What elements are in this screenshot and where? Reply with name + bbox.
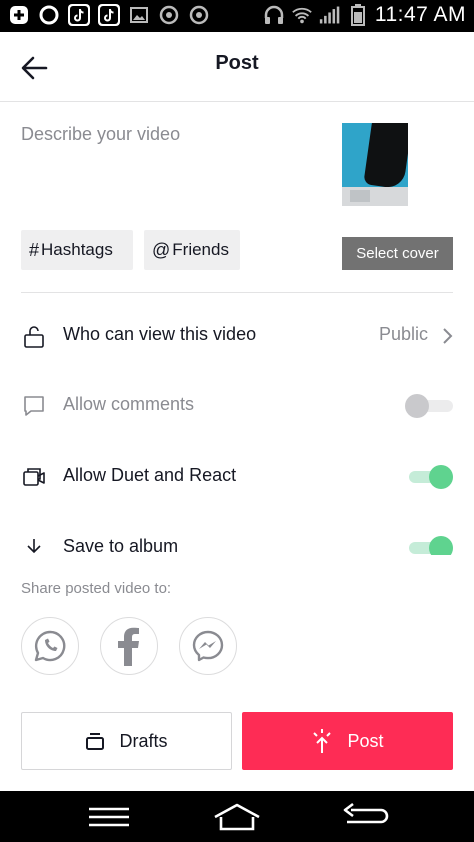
- duet-icon: [23, 468, 45, 486]
- download-icon: [27, 539, 41, 554]
- thumbnail-content: [363, 123, 408, 190]
- share-label: Share posted video to:: [21, 580, 172, 597]
- hashtag-icon: #: [29, 239, 40, 260]
- home-nav-button[interactable]: [209, 801, 265, 833]
- image-notification-icon: [128, 4, 150, 26]
- comment-icon: [24, 396, 44, 416]
- divider: [21, 292, 453, 293]
- lock-icon: [24, 326, 44, 348]
- tiktok-notification-icon: [98, 4, 120, 26]
- return-icon: [343, 802, 389, 824]
- home-icon: [214, 803, 260, 831]
- thumbnail-content: [342, 187, 408, 206]
- share-whatsapp-button[interactable]: [21, 617, 79, 675]
- menu-icon: [89, 807, 129, 827]
- navigation-bar: [0, 791, 474, 842]
- privacy-value: Public: [378, 324, 428, 344]
- toggle-knob: [429, 536, 453, 555]
- whatsapp-icon: [34, 630, 66, 662]
- battery-icon: [347, 4, 369, 26]
- facebook-icon: [118, 627, 139, 666]
- share-messenger-button[interactable]: [179, 617, 237, 675]
- drafts-icon: [86, 733, 105, 750]
- header: Post: [0, 32, 474, 102]
- allow-duet-toggle[interactable]: [405, 465, 453, 489]
- chrome-notification-icon: [158, 4, 180, 26]
- chrome-notification-icon: [188, 4, 210, 26]
- ring-notification-icon: [38, 4, 60, 26]
- who-can-view-label: Who can view this video: [63, 324, 257, 344]
- toggle-knob: [429, 465, 453, 489]
- system-status: 11:47 AM: [263, 3, 466, 27]
- friends-label: Friends: [172, 240, 229, 259]
- post-button[interactable]: Post: [242, 712, 453, 770]
- plus-notification-icon: [8, 4, 30, 26]
- video-thumbnail[interactable]: [342, 123, 408, 206]
- drafts-button[interactable]: Drafts: [21, 712, 232, 770]
- allow-comments-toggle[interactable]: [405, 394, 453, 418]
- save-album-label: Save to album: [63, 536, 179, 555]
- notification-icons: [8, 4, 210, 26]
- allow-duet-row: Allow Duet and React: [0, 454, 474, 498]
- post-label: Post: [347, 730, 384, 751]
- allow-duet-label: Allow Duet and React: [63, 465, 237, 485]
- messenger-icon: [192, 630, 224, 662]
- wifi-icon: [291, 4, 313, 26]
- at-icon: @: [152, 239, 171, 260]
- hashtags-label: Hashtags: [41, 240, 113, 259]
- who-can-view-row[interactable]: Who can view this video Public: [0, 313, 474, 357]
- page-title: Post: [215, 52, 259, 74]
- toggle-knob: [405, 394, 429, 418]
- clock: 11:47 AM: [374, 3, 466, 26]
- save-album-row: Save to album: [0, 525, 474, 555]
- friends-button[interactable]: @ Friends: [144, 230, 240, 270]
- allow-comments-row: Allow comments: [0, 383, 474, 427]
- save-album-toggle[interactable]: [405, 536, 453, 555]
- select-cover-button[interactable]: Select cover: [342, 237, 453, 270]
- tiktok-notification-icon: [68, 4, 90, 26]
- menu-nav-button[interactable]: [81, 801, 137, 833]
- headset-icon: [263, 4, 285, 26]
- chevron-right-icon: [443, 328, 453, 344]
- status-bar: 11:47 AM: [0, 0, 474, 32]
- hashtags-button[interactable]: # Hashtags: [21, 230, 133, 270]
- post-upload-icon: [313, 729, 332, 753]
- signal-icon: [319, 4, 341, 26]
- back-nav-button[interactable]: [337, 801, 393, 833]
- description-input[interactable]: Describe your video: [21, 124, 180, 145]
- share-facebook-button[interactable]: [100, 617, 158, 675]
- drafts-label: Drafts: [119, 730, 168, 751]
- allow-comments-label: Allow comments: [63, 394, 195, 414]
